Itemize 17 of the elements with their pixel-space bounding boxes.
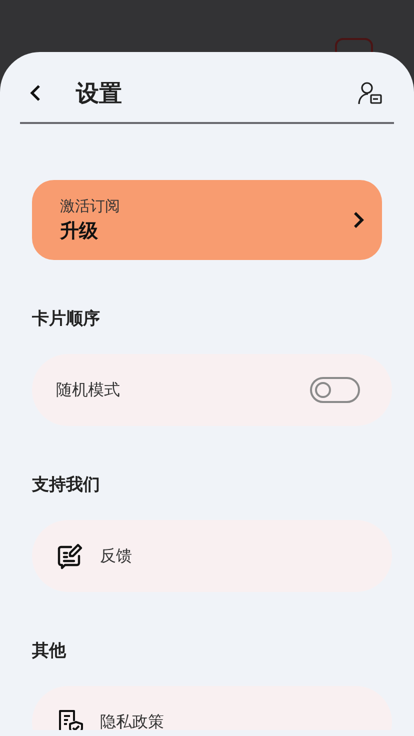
- chevron-right-icon: [352, 211, 366, 229]
- setting-label: 隐私政策: [100, 712, 165, 730]
- page-title: 设置: [76, 80, 123, 108]
- document-shield-icon: [56, 708, 84, 730]
- banner-subtitle: 激活订阅: [60, 196, 121, 216]
- setting-label: 随机模式: [56, 380, 121, 400]
- user-card-icon: [357, 80, 383, 106]
- banner-title: 升级: [60, 218, 99, 244]
- edit-message-icon: [56, 542, 84, 570]
- section-title: 卡片顺序: [31, 308, 101, 330]
- section-title: 其他: [31, 640, 68, 662]
- upgrade-banner[interactable]: 激活订阅 升级: [32, 180, 382, 260]
- setting-item[interactable]: 反馈: [32, 520, 392, 592]
- setting-label: 反馈: [100, 546, 133, 566]
- section-title: 支持我们: [31, 474, 101, 496]
- setting-item[interactable]: 隐私政策: [32, 686, 392, 730]
- toggle-switch[interactable]: [310, 377, 360, 403]
